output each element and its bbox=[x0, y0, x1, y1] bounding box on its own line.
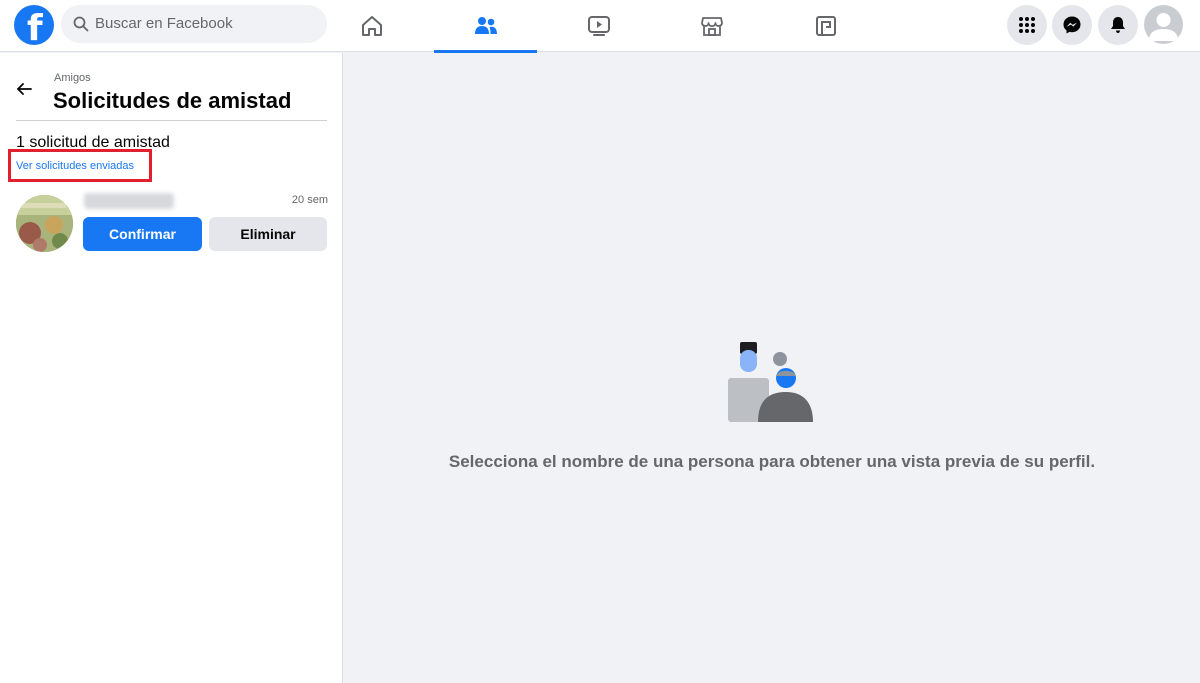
facebook-logo[interactable]: f bbox=[14, 5, 54, 45]
request-time: 20 sem bbox=[291, 194, 328, 206]
top-navigation-bar: f Buscar en Facebook bbox=[0, 0, 1200, 53]
friend-requests-sidebar: Amigos Solicitudes de amistad 1 solicitu… bbox=[0, 53, 343, 683]
view-sent-requests-link[interactable]: Ver solicitudes enviadas bbox=[16, 160, 134, 172]
confirm-button[interactable]: Confirmar bbox=[83, 217, 202, 251]
messenger-icon bbox=[1063, 16, 1081, 34]
gaming-icon bbox=[816, 16, 836, 36]
search-box[interactable]: Buscar en Facebook bbox=[61, 5, 327, 43]
home-icon bbox=[362, 16, 382, 36]
requester-photo bbox=[16, 195, 73, 252]
page-title: Solicitudes de amistad bbox=[53, 88, 292, 113]
marketplace-icon bbox=[701, 17, 723, 36]
watch-icon bbox=[588, 16, 610, 36]
breadcrumb[interactable]: Amigos bbox=[54, 72, 91, 84]
messenger-button[interactable] bbox=[1052, 5, 1092, 45]
friend-request-item[interactable]: 20 sem Confirmar Eliminar bbox=[16, 193, 328, 253]
tab-marketplace[interactable] bbox=[660, 0, 763, 52]
menu-button[interactable] bbox=[1007, 5, 1047, 45]
tab-friends[interactable] bbox=[434, 0, 537, 53]
friends-icon bbox=[475, 17, 497, 34]
divider bbox=[16, 120, 327, 121]
back-button[interactable] bbox=[10, 75, 38, 103]
search-icon bbox=[73, 16, 89, 32]
tab-home[interactable] bbox=[320, 0, 423, 52]
search-input[interactable]: Buscar en Facebook bbox=[95, 15, 233, 32]
menu-grid-icon bbox=[1019, 17, 1035, 33]
empty-state-message: Selecciona el nombre de una persona para… bbox=[448, 452, 1096, 471]
notifications-icon bbox=[1111, 17, 1125, 33]
delete-button[interactable]: Eliminar bbox=[209, 217, 327, 251]
tab-gaming[interactable] bbox=[774, 0, 877, 52]
requester-name-blurred[interactable] bbox=[84, 193, 174, 209]
friends-empty-state-illustration bbox=[728, 342, 813, 422]
facebook-logo-letter: f bbox=[27, 8, 43, 46]
default-avatar-icon bbox=[1149, 13, 1178, 41]
requester-avatar[interactable] bbox=[16, 195, 73, 252]
profile-avatar-button[interactable] bbox=[1144, 5, 1183, 44]
tab-watch[interactable] bbox=[547, 0, 650, 52]
arrow-left-icon bbox=[17, 83, 32, 95]
notifications-button[interactable] bbox=[1098, 5, 1138, 45]
